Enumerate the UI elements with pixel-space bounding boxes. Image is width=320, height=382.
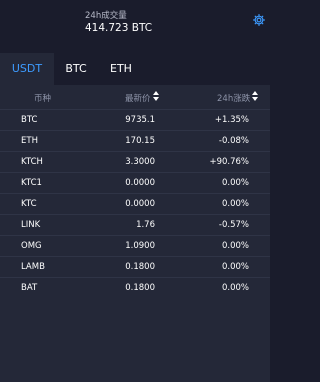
- table-header: 币种 最新价 24h涨跌: [0, 85, 270, 109]
- column-price[interactable]: 最新价: [125, 92, 151, 104]
- row-coin: BTC: [21, 115, 38, 125]
- sort-price-icon[interactable]: [153, 91, 159, 103]
- table-row[interactable]: KTC 0.0000 0.00%: [0, 193, 270, 214]
- row-price: 0.1800: [125, 283, 155, 293]
- header: 24h成交量 414.723 BTC: [0, 0, 270, 53]
- row-coin: ETH: [21, 136, 38, 146]
- row-coin: KTC1: [21, 178, 42, 188]
- row-coin: BAT: [21, 283, 38, 293]
- tab-usdt[interactable]: USDT: [0, 53, 54, 85]
- volume-value: 414.723 BTC: [85, 22, 153, 34]
- row-change: -0.57%: [218, 220, 249, 230]
- table-row[interactable]: LAMB 0.1800 0.00%: [0, 256, 270, 277]
- table-rows: BTC 9735.1 +1.35% ETH 170.15 -0.08% KTCH…: [0, 109, 270, 298]
- sort-change-icon[interactable]: [252, 91, 258, 103]
- row-coin: OMG: [21, 241, 42, 251]
- table-row[interactable]: KTC1 0.0000 0.00%: [0, 172, 270, 193]
- tab-btc[interactable]: BTC: [54, 53, 98, 85]
- row-price: 0.1800: [125, 262, 155, 272]
- row-change: 0.00%: [221, 241, 249, 251]
- row-price: 1.76: [136, 220, 155, 230]
- quote-tabs: USDT BTC ETH: [0, 53, 270, 85]
- column-change[interactable]: 24h涨跌: [217, 92, 250, 104]
- row-coin: KTC: [21, 199, 37, 209]
- row-change: -0.08%: [218, 136, 249, 146]
- volume-label: 24h成交量: [85, 11, 127, 21]
- row-price: 0.0000: [125, 178, 155, 188]
- tab-eth[interactable]: ETH: [98, 53, 144, 85]
- table-row[interactable]: OMG 1.0900 0.00%: [0, 235, 270, 256]
- row-price: 1.0900: [125, 241, 155, 251]
- row-coin: LAMB: [21, 262, 45, 272]
- column-coin: 币种: [34, 94, 52, 104]
- table-row[interactable]: BTC 9735.1 +1.35%: [0, 109, 270, 130]
- row-price: 170.15: [125, 136, 155, 146]
- row-price: 9735.1: [125, 115, 155, 125]
- table-row[interactable]: KTCH 3.3000 +90.76%: [0, 151, 270, 172]
- row-change: +90.76%: [209, 157, 249, 167]
- table-row[interactable]: LINK 1.76 -0.57%: [0, 214, 270, 235]
- row-price: 3.3000: [125, 157, 155, 167]
- row-change: 0.00%: [221, 178, 249, 188]
- row-change: 0.00%: [221, 283, 249, 293]
- row-price: 0.0000: [125, 199, 155, 209]
- row-change: 0.00%: [221, 262, 249, 272]
- table-row[interactable]: BAT 0.1800 0.00%: [0, 277, 270, 298]
- row-coin: LINK: [21, 220, 41, 230]
- market-table: 币种 最新价 24h涨跌 BTC 9735.1 +1.35% ETH 170.1…: [0, 85, 270, 382]
- gear-icon[interactable]: [252, 13, 266, 27]
- row-change: +1.35%: [214, 115, 249, 125]
- table-row[interactable]: ETH 170.15 -0.08%: [0, 130, 270, 151]
- row-coin: KTCH: [21, 157, 43, 167]
- row-change: 0.00%: [221, 199, 249, 209]
